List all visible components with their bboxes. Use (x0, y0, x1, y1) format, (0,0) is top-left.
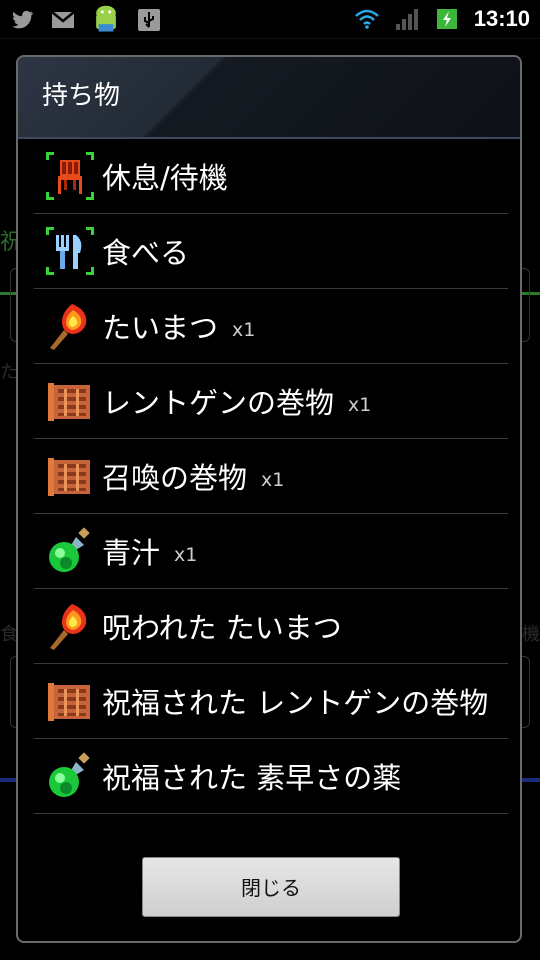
inventory-item-rest[interactable]: 休息/待機 (34, 139, 508, 214)
inventory-item-summon-scroll[interactable]: 召喚の巻物 x1 (34, 439, 508, 514)
item-quantity: x1 (232, 319, 256, 341)
item-label: 青汁 (102, 536, 161, 570)
potion-icon (49, 527, 90, 572)
item-quantity: x1 (348, 394, 372, 416)
item-quantity: x1 (174, 544, 198, 566)
android-icon (96, 5, 116, 32)
chair-icon (46, 152, 94, 200)
gmail-icon (51, 11, 75, 28)
item-label: 召喚の巻物 (102, 461, 248, 495)
clock: 13:10 (473, 6, 530, 31)
item-label: たいまつ (102, 311, 219, 345)
inventory-item-xray-scroll[interactable]: レントゲンの巻物 x1 (34, 364, 508, 439)
scroll-icon (48, 383, 90, 421)
scroll-icon (48, 458, 90, 496)
scroll-icon (48, 683, 90, 721)
signal-icon (395, 9, 418, 30)
fork-knife-icon (46, 227, 94, 275)
inventory-item-cursed-torch[interactable]: 呪われた たいまつ (34, 589, 508, 664)
item-quantity: x1 (261, 469, 285, 491)
twitter-icon (12, 10, 34, 29)
usb-icon (138, 9, 160, 31)
close-button[interactable]: 閉じる (142, 857, 400, 917)
dialog-title: 持ち物 (42, 81, 121, 111)
battery-charging-icon (436, 9, 457, 29)
item-label: 呪われた たいまつ (102, 611, 342, 645)
item-label: 食べる (102, 236, 190, 270)
inventory-item-blessed-xray-scroll[interactable]: 祝福された レントゲンの巻物 (34, 664, 508, 739)
inventory-item-blessed-speed-potion[interactable]: 祝福された 素早さの薬 (34, 739, 508, 814)
torch-icon (50, 304, 87, 350)
dialog-header: 持ち物 (18, 57, 520, 139)
inventory-list: 休息/待機 食べる たいまつ x1 レントゲンの巻物 x1 召喚の巻物 x1 青… (34, 139, 508, 814)
item-label: レントゲンの巻物 (102, 386, 335, 420)
wifi-icon (354, 9, 379, 29)
inventory-item-eat[interactable]: 食べる (34, 214, 508, 289)
inventory-item-green-juice[interactable]: 青汁 x1 (34, 514, 508, 589)
item-label: 祝福された 素早さの薬 (102, 761, 402, 795)
notification-icons (10, 5, 162, 34)
torch-icon (50, 604, 87, 650)
inventory-item-torch[interactable]: たいまつ x1 (34, 289, 508, 364)
item-label: 休息/待機 (102, 161, 228, 195)
system-icons: 13:10 (354, 5, 530, 33)
potion-icon (49, 752, 90, 797)
background-text: 機 (522, 624, 540, 645)
status-bar: 13:10 (0, 0, 540, 39)
item-label: 祝福された レントゲンの巻物 (102, 686, 489, 720)
inventory-dialog: 持ち物 休息/待機 食べる たいまつ x1 レントゲンの巻物 x1 召喚の巻物 … (16, 55, 522, 943)
